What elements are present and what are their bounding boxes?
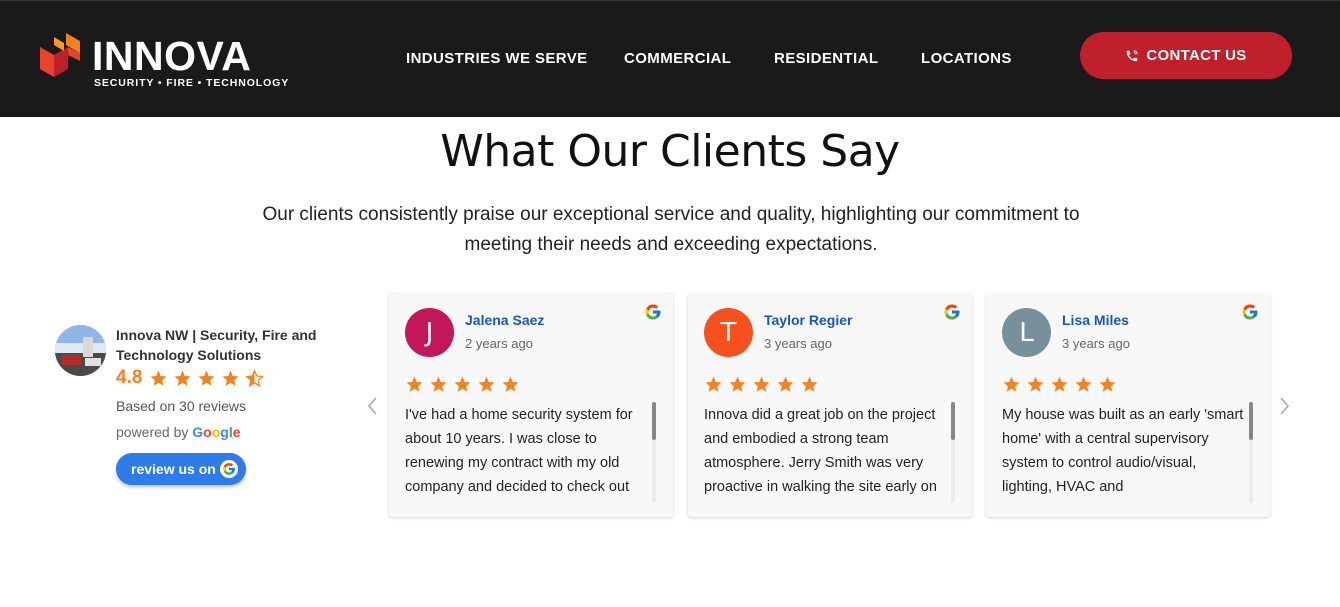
business-name[interactable]: Innova NW | Security, Fire and Technolog…	[116, 325, 346, 365]
review-us-label: review us on	[131, 461, 216, 477]
review-stars	[704, 375, 819, 394]
innova-logo[interactable]: INNOVA SECURITY • FIRE • TECHNOLOGY	[40, 31, 288, 91]
star-icon	[151, 370, 167, 386]
star-icon	[729, 376, 746, 392]
star-icon	[454, 376, 471, 392]
star-icon	[1099, 376, 1116, 392]
review-text: Innova did a great job on the project an…	[704, 407, 937, 495]
nav-residential[interactable]: RESIDENTIAL	[774, 50, 878, 67]
reviewer-initial: L	[1019, 317, 1034, 348]
review-date: 2 years ago	[465, 336, 533, 351]
review-date: 3 years ago	[764, 336, 832, 351]
reviewer-avatar: T	[704, 308, 753, 357]
star-icon	[223, 370, 239, 386]
chevron-right-icon[interactable]	[1277, 392, 1293, 420]
scrollbar-thumb[interactable]	[951, 402, 955, 440]
chevron-left-icon[interactable]	[364, 392, 380, 420]
google-g-icon	[944, 304, 960, 320]
star-icon	[478, 376, 495, 392]
innova-logo-mark-icon	[40, 33, 80, 77]
business-avatar	[55, 325, 106, 376]
review-scrollbar[interactable]	[1249, 402, 1253, 503]
reviewer-initial: T	[720, 317, 737, 348]
review-text: I've had a home security system for abou…	[405, 407, 633, 495]
review-count: Based on 30 reviews	[116, 398, 246, 414]
phone-icon	[1127, 49, 1139, 61]
reviewer-name[interactable]: Lisa Miles	[1062, 312, 1129, 328]
star-icon	[502, 376, 519, 392]
review-card: T Taylor Regier 3 years ago Innova did a gr…	[688, 293, 972, 517]
logo-tagline: SECURITY • FIRE • TECHNOLOGY	[94, 77, 290, 89]
section-title: What Our Clients Say	[440, 126, 900, 177]
reviewer-avatar: L	[1002, 308, 1051, 357]
star-icon	[1003, 376, 1020, 392]
star-icon	[1075, 376, 1092, 392]
review-card: L Lisa Miles 3 years ago My house was built…	[986, 293, 1270, 517]
review-stars	[405, 375, 520, 394]
google-wordmark: Google	[192, 424, 241, 440]
star-icon	[777, 376, 794, 392]
site-header: INNOVA SECURITY • FIRE • TECHNOLOGY INDU…	[0, 0, 1340, 117]
scrollbar-thumb[interactable]	[652, 402, 656, 440]
reviewer-name[interactable]: Jalena Saez	[465, 312, 544, 328]
contact-us-button[interactable]: CONTACT US	[1080, 32, 1292, 79]
star-icon	[175, 370, 191, 386]
google-g-icon	[645, 304, 661, 320]
reviewer-name[interactable]: Taylor Regier	[764, 312, 852, 328]
review-date: 3 years ago	[1062, 336, 1130, 351]
review-text: My house was built as an early 'smart ho…	[1002, 407, 1244, 495]
powered-by-google: powered by Google	[116, 424, 241, 440]
review-scrollbar[interactable]	[652, 402, 656, 503]
review-scrollbar[interactable]	[951, 402, 955, 503]
review-stars	[1002, 375, 1117, 394]
reviewer-initial: J	[425, 317, 434, 348]
business-rating: 4.8	[116, 367, 265, 389]
star-icon	[705, 376, 722, 392]
google-g-icon	[219, 460, 238, 478]
section-subtitle: Our clients consistently praise our exce…	[262, 204, 1080, 255]
star-icon	[430, 376, 447, 392]
contact-us-label: CONTACT US	[1146, 47, 1247, 64]
nav-commercial[interactable]: COMMERCIAL	[624, 50, 731, 67]
star-icon	[801, 376, 818, 392]
reviewer-avatar: J	[405, 308, 454, 357]
scrollbar-thumb[interactable]	[1249, 402, 1253, 440]
star-icon	[1027, 376, 1044, 392]
star-icon	[1051, 376, 1068, 392]
logo-wordmark: INNOVA	[92, 33, 252, 79]
rating-score: 4.8	[116, 367, 143, 388]
nav-industries[interactable]: INDUSTRIES WE SERVE	[406, 50, 588, 67]
star-half-icon	[245, 368, 265, 387]
star-icon	[406, 376, 423, 392]
star-icon	[199, 370, 215, 386]
review-us-button[interactable]: review us on	[116, 453, 246, 485]
nav-locations[interactable]: LOCATIONS	[921, 50, 1012, 67]
review-card: J Jalena Saez 2 years ago I've had a home s…	[389, 293, 673, 517]
google-g-icon	[1242, 304, 1258, 320]
star-icon	[753, 376, 770, 392]
powered-by-label: powered by	[116, 424, 189, 440]
